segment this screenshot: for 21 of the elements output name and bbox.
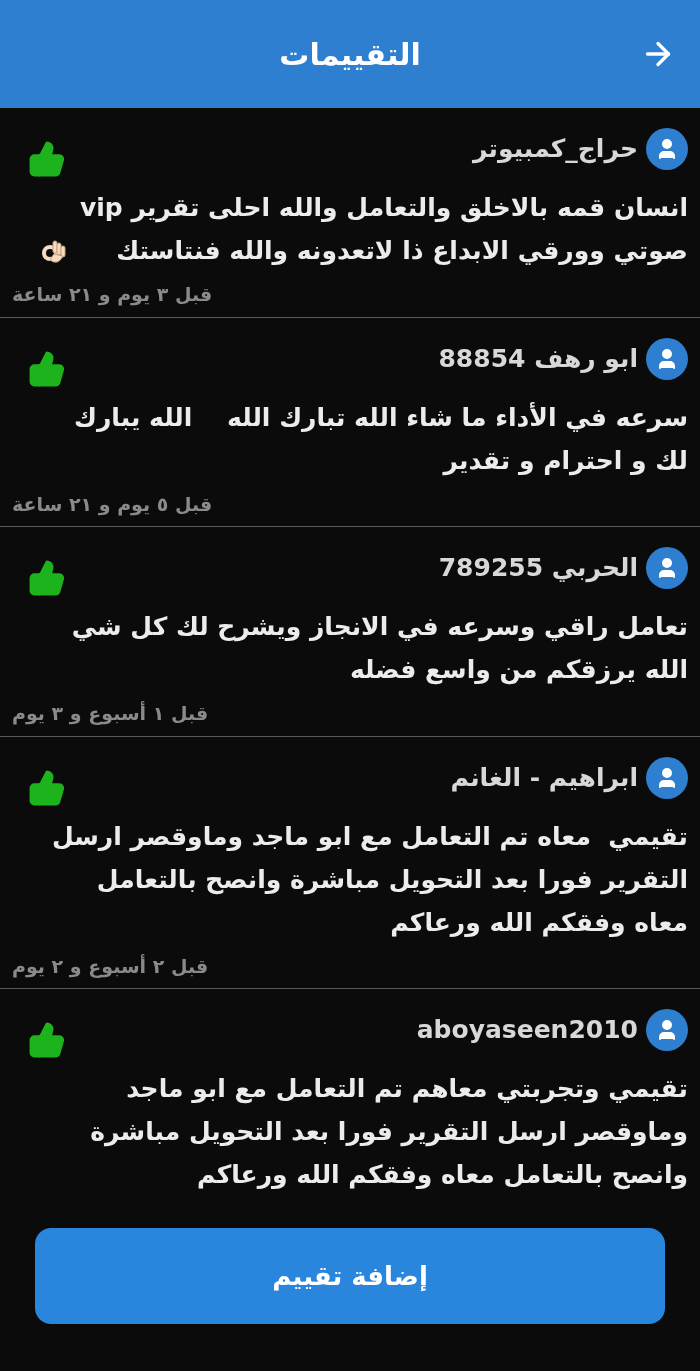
review-time: قبل ٥ يوم و ٢١ ساعة bbox=[12, 491, 213, 518]
reviewer-name[interactable]: aboyaseen2010 bbox=[416, 1011, 638, 1049]
add-review-button[interactable]: إضافة تقييم bbox=[35, 1228, 665, 1324]
avatar-icon bbox=[646, 128, 688, 170]
reviewer-name[interactable]: الحربي 789255 bbox=[438, 549, 638, 587]
review-text: انسان قمه بالاخلق والتعامل والله احلى تقرير vip صوتي وورقي الابداع ذا لاتعدونه والله فنتاستك bbox=[79, 192, 688, 267]
review-text: تعامل راقي وسرعه في الانجاز ويشرح لك كل شي الله يرزقكم من واسع فضله bbox=[71, 611, 688, 687]
review-time: قبل ٢ أسبوع و ٢ يوم bbox=[12, 953, 209, 980]
avatar-icon bbox=[646, 547, 688, 589]
avatar-icon bbox=[646, 1009, 688, 1051]
reviewer-name[interactable]: ابو رهف 88854 bbox=[438, 339, 638, 378]
review-text: تقيمي وتجربتي معاهم تم التعامل مع ابو ماجد وماوقصر ارسل التقرير فورا بعد التحويل مباشرة وانصح بالتعامل معاه وفقكم الله ورعاكم bbox=[90, 1073, 688, 1192]
review-text: سرعه في الأداء ما شاء الله تبارك الله الله يبارك لك و احترام و تقدير bbox=[74, 401, 688, 478]
page-title: التقييمات bbox=[279, 35, 421, 74]
reviewer-name[interactable]: ابراهيم - الغانم bbox=[450, 758, 638, 797]
review-time: قبل ٣ يوم و ٢١ ساعة bbox=[12, 282, 213, 308]
review-text: تقيمي معاه تم التعامل مع ابو ماجد وماوقصر ارسل التقرير فورا بعد التحويل مباشرة وانصح بالتعامل معاه وفقكم الله ورعاكم bbox=[51, 820, 688, 939]
reviewer-name[interactable]: حراج_كمبيوتر bbox=[473, 130, 638, 168]
avatar-icon bbox=[646, 756, 688, 799]
avatar-icon bbox=[646, 337, 688, 380]
review-time: قبل ١ أسبوع و ٣ يوم bbox=[12, 700, 209, 727]
